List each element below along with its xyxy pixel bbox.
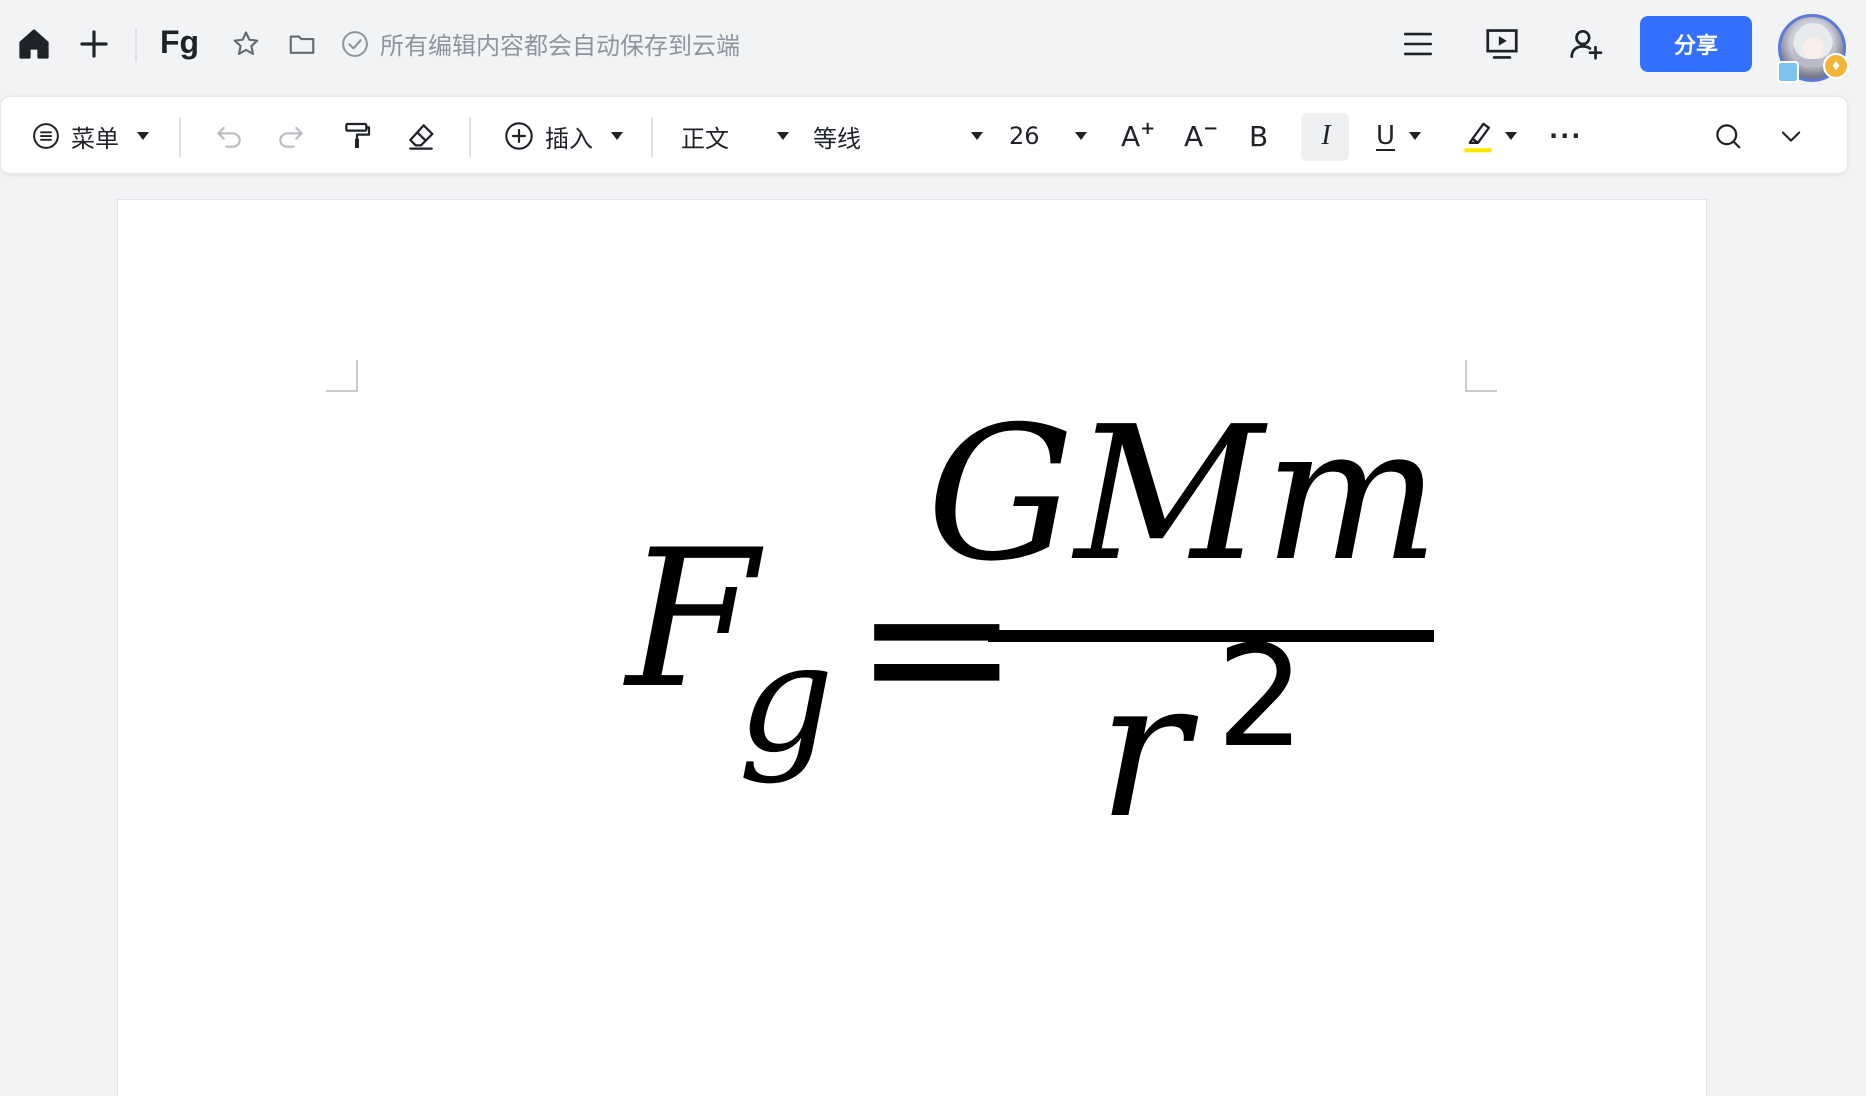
- plus-icon[interactable]: [74, 24, 114, 64]
- italic-button[interactable]: I: [1313, 97, 1339, 175]
- menu-button[interactable]: 菜单: [31, 97, 149, 175]
- increase-font-icon: A: [1121, 119, 1141, 153]
- vip-badge-icon: ♦: [1823, 53, 1849, 79]
- underline-icon: U: [1376, 121, 1396, 151]
- search-icon: [1716, 124, 1741, 149]
- app-badge-icon: [1777, 61, 1799, 83]
- share-button[interactable]: 分享: [1640, 16, 1752, 72]
- decrease-font-button[interactable]: A −: [1184, 97, 1218, 175]
- chevron-down-icon: [1505, 132, 1517, 140]
- chevron-down-icon: [1075, 132, 1087, 140]
- toolbar-separator: [651, 117, 653, 157]
- undo-button[interactable]: [213, 97, 245, 175]
- check-circle-icon: [342, 30, 368, 57]
- bold-button[interactable]: B: [1249, 97, 1268, 175]
- redo-button[interactable]: [275, 97, 307, 175]
- paragraph-style-select[interactable]: 正文: [681, 97, 789, 175]
- search-button[interactable]: [1713, 97, 1743, 175]
- star-icon[interactable]: [226, 24, 266, 64]
- redo-icon: [279, 126, 303, 148]
- title-bar: Fg 所有编辑内容都会自动保存到云端 分享 ♦: [0, 0, 1866, 90]
- font-family-value: 等线: [813, 124, 861, 153]
- home-icon[interactable]: [14, 24, 54, 64]
- font-size-value: 26: [1009, 122, 1040, 150]
- title-separator: [135, 28, 137, 62]
- format-painter-button[interactable]: [341, 97, 373, 175]
- toolbar-separator: [469, 117, 471, 157]
- more-button[interactable]: ···: [1549, 97, 1582, 175]
- insert-button[interactable]: 插入: [503, 97, 623, 175]
- highlighter-icon: [1464, 122, 1492, 153]
- equation-denominator-superscript: 2: [1216, 616, 1305, 779]
- equation[interactable]: F g = GMm r 2: [498, 390, 1498, 870]
- highlight-button[interactable]: [1461, 97, 1517, 175]
- menu-label: 菜单: [71, 124, 119, 153]
- margin-corner-top-right: [1465, 360, 1497, 392]
- equation-denominator: r: [1098, 639, 1199, 860]
- increase-font-button[interactable]: A +: [1121, 97, 1155, 175]
- toolbar-separator: [179, 117, 181, 157]
- chevron-down-icon: [1781, 131, 1801, 142]
- chevron-down-icon: [1409, 132, 1422, 140]
- equation-numerator: GMm: [927, 390, 1440, 602]
- page-title[interactable]: Fg: [160, 24, 199, 61]
- more-icon: ···: [1549, 122, 1583, 150]
- format-painter-icon: [345, 122, 371, 148]
- collapse-toolbar-button[interactable]: [1777, 97, 1805, 175]
- font-size-select[interactable]: 26: [1009, 97, 1087, 175]
- italic-icon: I: [1321, 120, 1331, 151]
- chevron-down-icon: [777, 132, 789, 140]
- insert-label: 插入: [545, 124, 593, 153]
- document-page[interactable]: F g = GMm r 2: [117, 199, 1707, 1096]
- add-user-icon[interactable]: [1564, 22, 1608, 66]
- fraction-bar: [988, 630, 1434, 642]
- chevron-down-icon: [971, 132, 983, 140]
- menu-circle-icon: [33, 123, 59, 149]
- font-family-select[interactable]: 等线: [813, 97, 983, 175]
- bold-icon: B: [1249, 119, 1269, 153]
- save-status-text: 所有编辑内容都会自动保存到云端: [380, 32, 740, 60]
- list-icon[interactable]: [1396, 22, 1440, 66]
- present-icon[interactable]: [1480, 22, 1524, 66]
- avatar[interactable]: ♦: [1777, 14, 1849, 83]
- paragraph-style-value: 正文: [681, 124, 729, 153]
- decrease-font-icon: A: [1184, 119, 1204, 153]
- plus-circle-icon: [505, 122, 533, 150]
- margin-corner-top-left: [326, 360, 358, 392]
- save-status: 所有编辑内容都会自动保存到云端: [340, 26, 740, 61]
- clear-format-button[interactable]: [405, 97, 437, 175]
- format-toolbar: 菜单 插入 正文 等线 26 A + A − B I U ···: [0, 96, 1848, 174]
- eraser-icon: [409, 124, 434, 150]
- chevron-down-icon: [611, 132, 623, 140]
- undo-icon: [217, 126, 241, 148]
- underline-button[interactable]: U: [1376, 97, 1422, 175]
- equation-lhs-subscript: g: [738, 612, 834, 786]
- folder-icon[interactable]: [282, 24, 322, 64]
- chevron-down-icon: [137, 132, 149, 140]
